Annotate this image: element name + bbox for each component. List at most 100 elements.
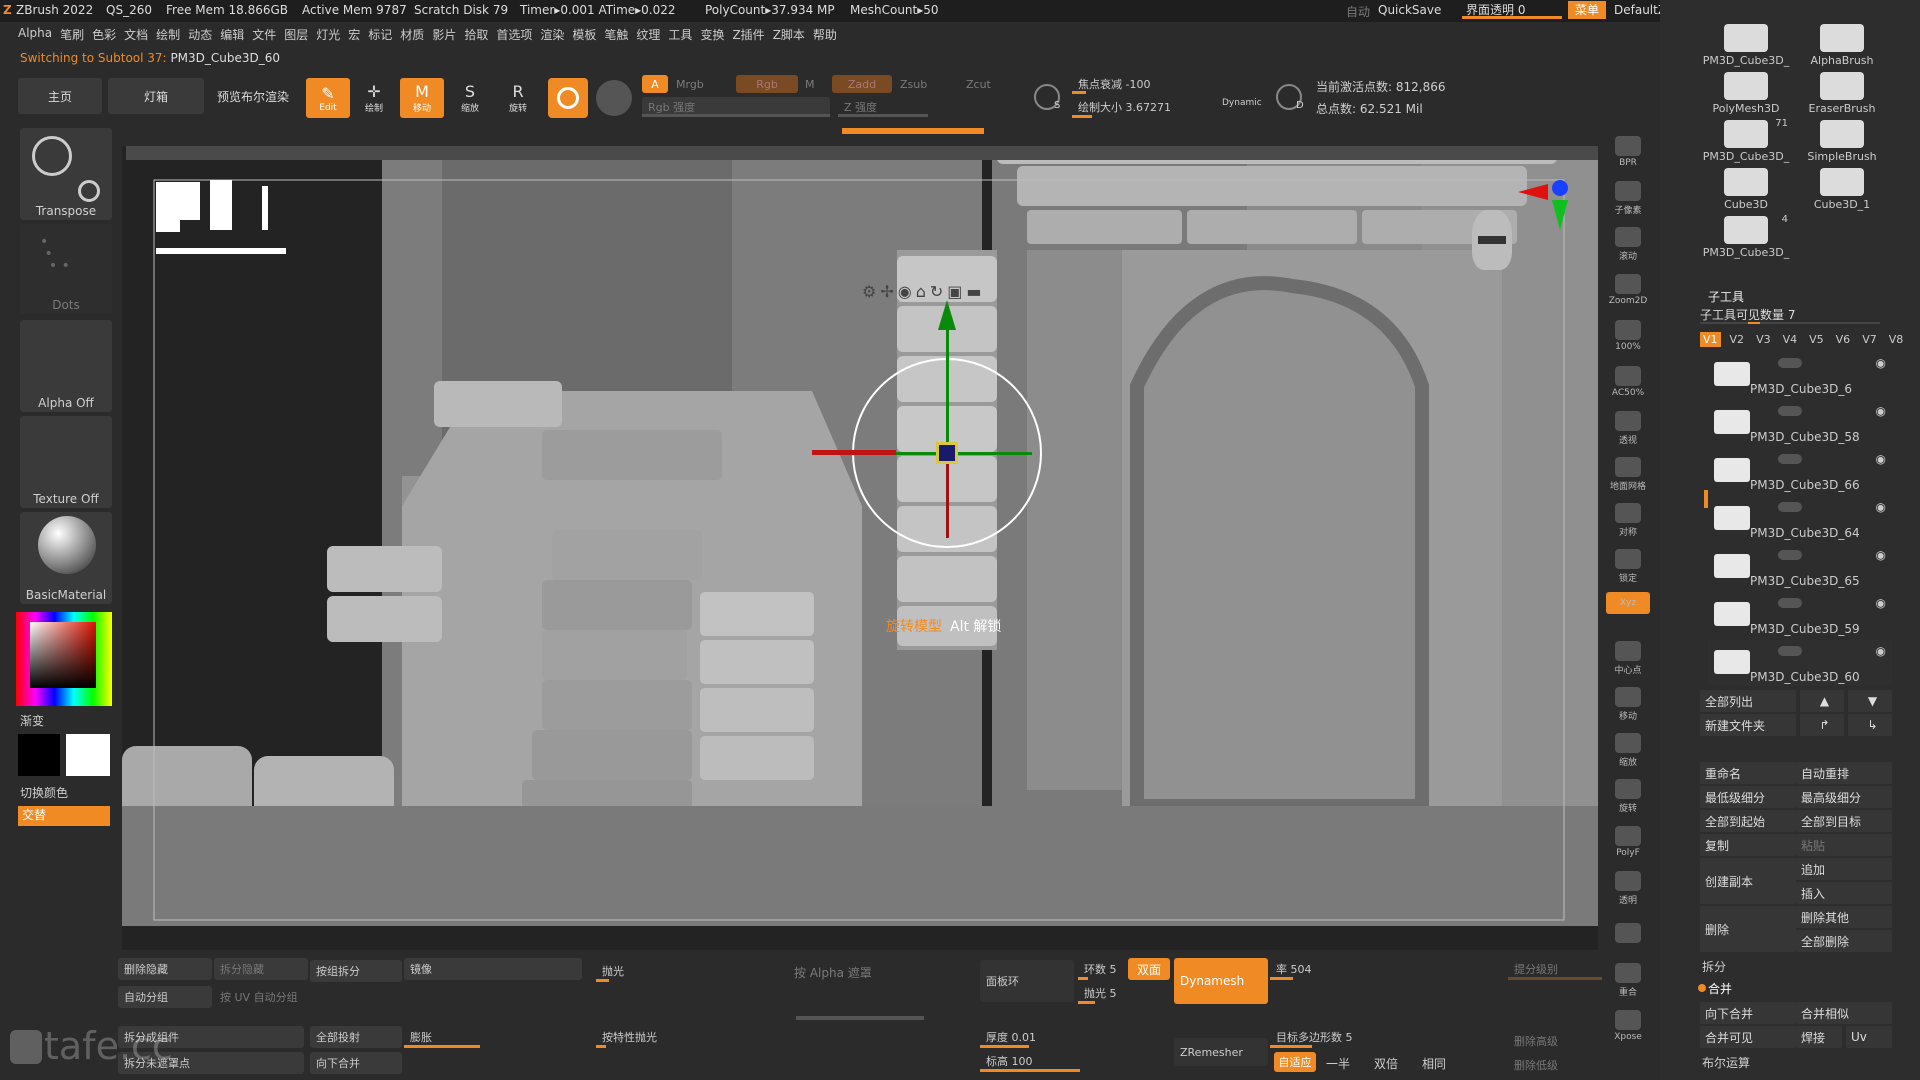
menu-item[interactable]: 图层 [284, 26, 316, 43]
rename-button[interactable]: 重命名 [1700, 762, 1796, 784]
tool-thumbnail[interactable]: AlphaBrush [1796, 22, 1888, 68]
eye-icon[interactable]: ◉ [1876, 356, 1886, 370]
eye-icon[interactable]: ◉ [1876, 500, 1886, 514]
eye-icon[interactable]: ◉ [1876, 404, 1886, 418]
color-picker-square[interactable] [30, 622, 96, 688]
same-button[interactable]: 相同 [1422, 1055, 1446, 1072]
secondary-color-swatch[interactable] [66, 734, 110, 776]
target-poly-slider[interactable]: 目标多边形数 5 [1270, 1026, 1410, 1048]
subtool-item[interactable]: ◉ PM3D_Cube3D_65 [1708, 544, 1892, 590]
subtool-toggle[interactable] [1778, 406, 1802, 416]
right-shelf-button[interactable]: AC50% [1606, 362, 1650, 402]
dynamic-toggle[interactable]: Dynamic [1222, 98, 1262, 108]
eye-icon[interactable]: ◉ [1876, 644, 1886, 658]
lightbox-button[interactable]: 灯箱 [108, 78, 204, 114]
menu-item[interactable]: 编辑 [220, 26, 252, 43]
menu-item[interactable]: 灯光 [316, 26, 348, 43]
collapse-handle-icon[interactable] [796, 1016, 924, 1020]
menu-item[interactable]: 变换 [700, 26, 732, 43]
tool-thumbnail[interactable]: PolyMesh3D [1700, 70, 1792, 116]
menu-item[interactable]: 宏 [348, 26, 368, 43]
gizmo-y-axis[interactable] [946, 322, 949, 452]
create-copy-button[interactable]: 创建副本 [1700, 858, 1796, 904]
gradient-label[interactable]: 渐变 [20, 712, 44, 729]
preview-bool-button[interactable]: 预览布尔渲染 [210, 78, 296, 114]
tool-thumbnail[interactable]: Cube3D_1 [1796, 166, 1888, 212]
merge-section[interactable]: 合并 [1708, 980, 1732, 997]
gizmo-y-arrow-icon[interactable] [938, 300, 956, 330]
right-shelf-button[interactable]: 地面网格 [1606, 454, 1650, 494]
subtool-item[interactable]: ◉ PM3D_Cube3D_58 [1708, 400, 1892, 446]
transpose-gizmo[interactable]: ⚙✢◉⌂↻▣▬ [812, 282, 1042, 548]
polish-feature-slider[interactable]: 按特性抛光 [596, 1026, 786, 1048]
color-picker[interactable] [16, 612, 112, 706]
weld-button[interactable]: 焊接 [1796, 1026, 1842, 1048]
loops-slider[interactable]: 环数 5 [1078, 958, 1128, 980]
right-shelf-button[interactable]: 100% [1606, 316, 1650, 356]
menu-item[interactable]: 标记 [368, 26, 400, 43]
color-sphere-button[interactable] [596, 80, 632, 116]
version-tab[interactable]: V4 [1780, 332, 1801, 347]
menu-item[interactable]: 模板 [572, 26, 604, 43]
menu-item[interactable]: 色彩 [92, 26, 124, 43]
zsub-toggle[interactable]: Zsub [900, 78, 927, 91]
zadd-toggle[interactable]: Zadd [832, 75, 892, 93]
menu-item[interactable]: 材质 [400, 26, 432, 43]
delete-button[interactable]: 删除 [1700, 906, 1796, 952]
subtool-item[interactable]: ◉ PM3D_Cube3D_6 [1708, 352, 1892, 398]
subtool-item[interactable]: ◉ PM3D_Cube3D_64 [1708, 496, 1892, 542]
group-split-button[interactable]: 按组拆分 [310, 960, 402, 982]
right-shelf-button[interactable]: 透视 [1606, 408, 1650, 448]
version-tab[interactable]: V7 [1859, 332, 1880, 347]
draw-size-slider[interactable]: 绘制大小 3.67271 [1072, 96, 1242, 118]
lowest-subdiv-button[interactable]: 最低级细分 [1700, 786, 1796, 808]
boolean-section[interactable]: 布尔运算 [1702, 1054, 1750, 1071]
inflate-slider[interactable]: 膨胀 [404, 1026, 594, 1048]
right-shelf-button[interactable]: 透明 [1606, 868, 1650, 908]
subtool-item[interactable]: ◉ PM3D_Cube3D_66 [1708, 448, 1892, 494]
version-tab[interactable]: V8 [1886, 332, 1907, 347]
double-button[interactable]: 双倍 [1374, 1055, 1398, 1072]
menu-item[interactable]: 文件 [252, 26, 284, 43]
zremesher-button[interactable]: ZRemesher [1174, 1038, 1268, 1066]
edit-button[interactable]: ✎ Edit [306, 78, 350, 118]
subtool-toggle[interactable] [1778, 598, 1802, 608]
merge-down-bottom-button[interactable]: 向下合并 [310, 1052, 402, 1074]
version-tab[interactable]: V6 [1833, 332, 1854, 347]
menu-item[interactable]: 笔触 [604, 26, 636, 43]
alpha-button[interactable]: Alpha Off [20, 320, 112, 412]
rotate-button[interactable]: R 旋转 [496, 78, 540, 118]
a-toggle[interactable]: A [642, 75, 668, 93]
height-slider[interactable]: 标高 100 [980, 1050, 1080, 1072]
focal-shift-slider[interactable]: 焦点衰减 -100 [1072, 74, 1242, 94]
right-shelf-button[interactable]: Zoom2D [1606, 270, 1650, 310]
delete-all-button[interactable]: 全部删除 [1796, 930, 1892, 952]
menu-item[interactable]: 文档 [124, 26, 156, 43]
rgb-toggle[interactable]: Rgb [736, 75, 798, 93]
insert-button[interactable]: 插入 [1796, 882, 1892, 904]
subtool-toggle[interactable] [1778, 502, 1802, 512]
tool-thumbnail[interactable]: PM3D_Cube3D_ 71 [1700, 118, 1792, 164]
project-all-button[interactable]: 全部投射 [310, 1026, 402, 1048]
right-shelf-button[interactable]: 重合 [1606, 960, 1650, 1000]
subtool-item[interactable]: ◉ PM3D_Cube3D_59 [1708, 592, 1892, 638]
gizmo-x-axis[interactable] [892, 452, 1032, 455]
highest-subdiv-button[interactable]: 最高级细分 [1796, 786, 1892, 808]
tool-thumbnail[interactable]: EraserBrush [1796, 70, 1888, 116]
move-button[interactable]: M 移动 [400, 78, 444, 118]
version-tab[interactable]: V3 [1753, 332, 1774, 347]
half-button[interactable]: 一半 [1326, 1055, 1350, 1072]
append-button[interactable]: 追加 [1796, 858, 1892, 880]
merge-similar-button[interactable]: 合并相似 [1796, 1002, 1892, 1024]
right-shelf-button[interactable]: 子像素 [1606, 178, 1650, 218]
scale-button[interactable]: S 缩放 [448, 78, 492, 118]
zcut-toggle[interactable]: Zcut [966, 78, 991, 91]
list-all-button[interactable]: 全部列出 [1700, 690, 1796, 712]
eye-icon[interactable]: ◉ [1876, 452, 1886, 466]
version-tab[interactable]: V5 [1806, 332, 1827, 347]
del-higher-button[interactable]: 删除高级 [1508, 1030, 1602, 1052]
all-to-target-button[interactable]: 全部到目标 [1796, 810, 1892, 832]
eye-icon[interactable]: ◉ [1876, 596, 1886, 610]
subtool-scrollbar[interactable] [1704, 490, 1708, 508]
tool-thumbnail[interactable]: PM3D_Cube3D_ 4 [1700, 214, 1792, 260]
